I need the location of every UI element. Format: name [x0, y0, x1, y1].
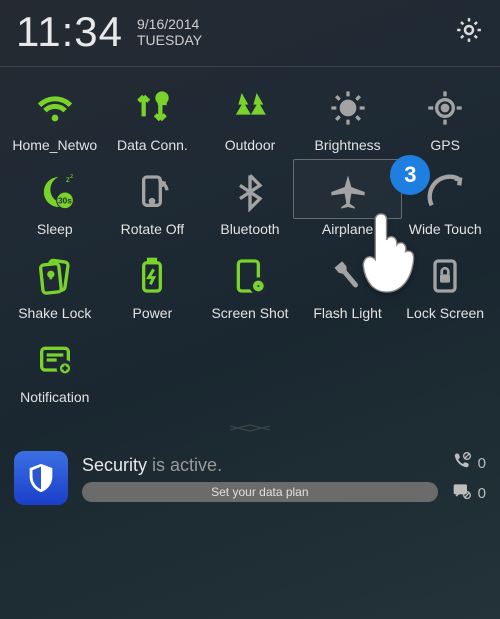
tile-label: Brightness	[315, 137, 381, 153]
tile-label: GPS	[430, 137, 460, 153]
tile-label: Flash Light	[313, 305, 381, 321]
clock-time: 11:34	[16, 8, 123, 56]
lock-screen-icon	[425, 255, 465, 297]
tile-wifi[interactable]: Home_Netwo	[6, 87, 104, 153]
svg-text:1: 1	[160, 95, 166, 106]
notification-title: Security is active.	[82, 455, 438, 476]
status-text: is active.	[152, 455, 222, 475]
phone-blocked-icon	[452, 451, 472, 475]
power-icon	[132, 255, 172, 297]
tile-label: Lock Screen	[406, 305, 484, 321]
settings-button[interactable]	[454, 15, 484, 50]
tile-bluetooth[interactable]: Bluetooth	[201, 171, 299, 237]
tile-label: Home_Netwo	[12, 137, 97, 153]
tile-notification[interactable]: Notification	[6, 339, 104, 405]
screenshot-icon	[230, 255, 270, 297]
date-block: 9/16/2014 TUESDAY	[137, 16, 202, 48]
tile-label: Rotate Off	[121, 221, 185, 237]
status-header: 11:34 9/16/2014 TUESDAY	[0, 0, 500, 67]
tile-label: Notification	[20, 389, 89, 405]
day-text: TUESDAY	[137, 32, 202, 48]
quick-settings-grid: Home_Netwo 1 Data Conn. Outdoor Brightne…	[0, 67, 500, 419]
notification-icon	[35, 339, 75, 381]
notification-main: Security is active. Set your data plan	[82, 455, 438, 502]
svg-text:z: z	[70, 173, 73, 180]
tile-label: Screen Shot	[211, 305, 288, 321]
gps-icon	[425, 87, 465, 129]
tile-screenshot[interactable]: Screen Shot	[201, 255, 299, 321]
data-icon: 1	[132, 87, 172, 129]
app-name: Security	[82, 455, 147, 475]
tile-gps[interactable]: GPS	[396, 87, 494, 153]
notification-row[interactable]: Security is active. Set your data plan 0…	[0, 441, 500, 517]
tile-shake-lock[interactable]: Shake Lock	[6, 255, 104, 321]
outdoor-icon	[230, 87, 270, 129]
tile-brightness[interactable]: Brightness	[299, 87, 397, 153]
tile-sleep[interactable]: 30szz Sleep	[6, 171, 104, 237]
tile-label: Power	[133, 305, 173, 321]
tile-airplane[interactable]: 3 Airplane	[299, 171, 397, 237]
tile-label: Sleep	[37, 221, 73, 237]
bluetooth-icon	[230, 171, 270, 213]
wide-touch-icon	[425, 171, 465, 213]
shake-lock-icon	[35, 255, 75, 297]
svg-text:30s: 30s	[58, 196, 72, 206]
tile-label: Bluetooth	[220, 221, 279, 237]
missed-sms-count: 0	[478, 485, 486, 502]
missed-sms: 0	[452, 481, 486, 505]
tile-power[interactable]: Power	[104, 255, 202, 321]
missed-calls: 0	[452, 451, 486, 475]
tile-rotate-off[interactable]: Rotate Off	[104, 171, 202, 237]
wifi-icon	[35, 87, 75, 129]
notification-counters: 0 0	[452, 451, 486, 505]
brightness-icon	[328, 87, 368, 129]
sleep-icon: 30szz	[35, 171, 75, 213]
tile-outdoor[interactable]: Outdoor	[201, 87, 299, 153]
sms-blocked-icon	[452, 481, 472, 505]
missed-calls-count: 0	[478, 455, 486, 472]
tile-label: Shake Lock	[18, 305, 91, 321]
gear-icon	[454, 32, 484, 49]
security-app-icon	[14, 451, 68, 505]
drawer-handle[interactable]	[0, 423, 500, 433]
set-data-plan-button[interactable]: Set your data plan	[82, 482, 438, 502]
hand-pointer-icon	[355, 207, 425, 302]
tile-label: Outdoor	[225, 137, 276, 153]
rotate-icon	[132, 171, 172, 213]
tile-data-conn[interactable]: 1 Data Conn.	[104, 87, 202, 153]
date-text: 9/16/2014	[137, 16, 202, 32]
tile-label: Data Conn.	[117, 137, 188, 153]
